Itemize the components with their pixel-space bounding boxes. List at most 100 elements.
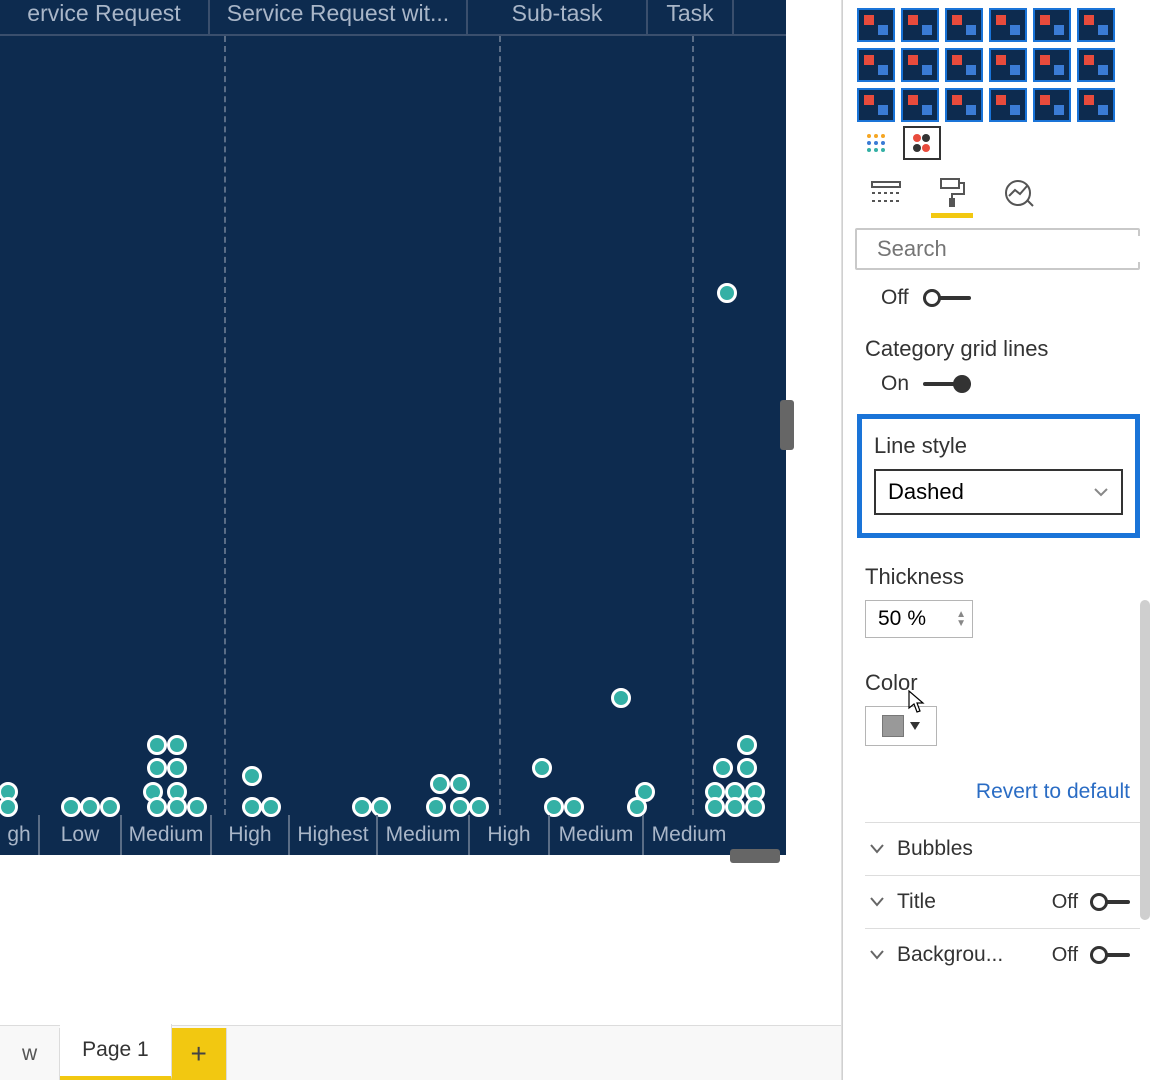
chevron-down-icon — [1093, 486, 1109, 498]
fields-tab[interactable] — [865, 176, 907, 218]
category-gridline — [692, 36, 694, 815]
viz-type-thumb[interactable] — [945, 8, 983, 42]
axis-label: Medium — [376, 815, 468, 855]
paint-roller-icon — [938, 178, 966, 208]
viz-type-heatmap[interactable] — [857, 126, 895, 160]
viz-type-dotplot[interactable] — [903, 126, 941, 160]
section-title-label: Title — [897, 890, 936, 914]
category-gridlines-toggle[interactable] — [923, 374, 971, 394]
section-background[interactable]: Backgrou... Off — [865, 928, 1140, 981]
caret-down-icon — [910, 722, 920, 730]
resize-handle-right[interactable] — [780, 400, 794, 450]
chevron-down-icon — [869, 895, 885, 909]
data-bubble[interactable] — [147, 735, 167, 755]
chevron-down-icon — [869, 842, 885, 856]
data-bubble[interactable] — [167, 758, 187, 778]
data-bubble[interactable] — [717, 283, 737, 303]
data-bubble[interactable] — [167, 735, 187, 755]
viz-type-thumb[interactable] — [989, 8, 1027, 42]
viz-type-thumb[interactable] — [989, 88, 1027, 122]
page-tab-page1[interactable]: Page 1 — [60, 1024, 172, 1080]
axis-label: High — [468, 815, 548, 855]
viz-type-thumb[interactable] — [1033, 48, 1071, 82]
section-title-toggle[interactable] — [1090, 892, 1130, 912]
resize-handle-bottom[interactable] — [730, 849, 780, 863]
viz-type-thumb[interactable] — [901, 48, 939, 82]
category-gridlines-state: On — [881, 372, 909, 396]
axis-label: Highest — [288, 815, 376, 855]
viz-type-thumb[interactable] — [945, 88, 983, 122]
viz-type-thumb[interactable] — [989, 48, 1027, 82]
data-bubble[interactable] — [611, 688, 631, 708]
viz-type-thumb[interactable] — [857, 48, 895, 82]
axis-label: Medium — [120, 815, 210, 855]
prev-toggle-label: Off — [881, 286, 909, 310]
viz-type-thumb[interactable] — [857, 88, 895, 122]
analytics-tab[interactable] — [997, 176, 1039, 218]
thickness-suffix: % — [907, 607, 926, 631]
column-header: Sub-task — [468, 0, 648, 34]
report-canvas[interactable]: ervice RequestService Request wit...Sub-… — [0, 0, 842, 1080]
data-bubble[interactable] — [450, 774, 470, 794]
data-bubble[interactable] — [737, 758, 757, 778]
viz-type-thumb[interactable] — [1033, 8, 1071, 42]
section-bubbles[interactable]: Bubbles — [865, 822, 1140, 875]
column-header: Service Request wit... — [210, 0, 468, 34]
format-tab[interactable] — [931, 176, 973, 218]
column-header: ervice Request — [0, 0, 210, 34]
data-bubble[interactable] — [532, 758, 552, 778]
thickness-label: Thickness — [865, 564, 1140, 590]
dot-plot-visual[interactable]: ervice RequestService Request wit...Sub-… — [0, 0, 786, 855]
section-title[interactable]: Title Off — [865, 875, 1140, 928]
section-background-state: Off — [1052, 944, 1078, 967]
axis-label: gh — [0, 815, 38, 855]
color-picker[interactable] — [865, 706, 937, 746]
data-bubble[interactable] — [737, 735, 757, 755]
visualizations-panel: Off Category grid lines On Line style Da… — [842, 0, 1152, 1080]
panel-scrollbar[interactable] — [1140, 600, 1150, 920]
viz-type-thumb[interactable] — [1077, 8, 1115, 42]
viz-type-thumb[interactable] — [1077, 48, 1115, 82]
category-gridline — [499, 36, 501, 815]
section-background-toggle[interactable] — [1090, 945, 1130, 965]
viz-type-thumb[interactable] — [1033, 88, 1071, 122]
page-tabs-bar: w Page 1 + — [0, 1025, 841, 1080]
line-style-label: Line style — [874, 433, 1123, 459]
viz-type-thumb[interactable] — [857, 8, 895, 42]
viz-type-thumb[interactable] — [945, 48, 983, 82]
data-bubble[interactable] — [147, 758, 167, 778]
color-label: Color — [865, 670, 1140, 696]
category-gridline — [224, 36, 226, 815]
axis-label: Medium — [642, 815, 734, 855]
line-style-value: Dashed — [888, 479, 964, 505]
page-tab-prev[interactable]: w — [0, 1028, 60, 1080]
chevron-down-icon — [869, 948, 885, 962]
data-bubble[interactable] — [430, 774, 450, 794]
add-page-button[interactable]: + — [172, 1028, 227, 1080]
viz-gallery — [843, 0, 1152, 124]
fields-icon — [871, 180, 901, 206]
data-bubble[interactable] — [713, 758, 733, 778]
section-title-state: Off — [1052, 891, 1078, 914]
category-gridlines-label: Category grid lines — [865, 336, 1140, 362]
search-input[interactable] — [877, 236, 1152, 262]
stepper-arrows-icon[interactable]: ▲▼ — [956, 610, 966, 628]
data-bubble[interactable] — [242, 766, 262, 786]
revert-to-default-link[interactable]: Revert to default — [865, 780, 1130, 804]
section-bubbles-label: Bubbles — [897, 837, 973, 861]
color-swatch — [882, 715, 904, 737]
line-style-dropdown[interactable]: Dashed — [874, 469, 1123, 515]
viz-type-thumb[interactable] — [901, 88, 939, 122]
column-header: Task — [648, 0, 734, 34]
thickness-value: 50 — [878, 607, 901, 631]
thickness-stepper[interactable]: 50 % ▲▼ — [865, 600, 973, 638]
axis-label: Medium — [548, 815, 642, 855]
section-background-label: Backgrou... — [897, 943, 1003, 967]
prev-toggle[interactable] — [923, 288, 971, 308]
viz-type-thumb[interactable] — [1077, 88, 1115, 122]
viz-type-thumb[interactable] — [901, 8, 939, 42]
axis-label: Low — [38, 815, 120, 855]
format-search[interactable] — [855, 228, 1140, 270]
analytics-icon — [1002, 178, 1034, 208]
line-style-highlight: Line style Dashed — [857, 414, 1140, 538]
